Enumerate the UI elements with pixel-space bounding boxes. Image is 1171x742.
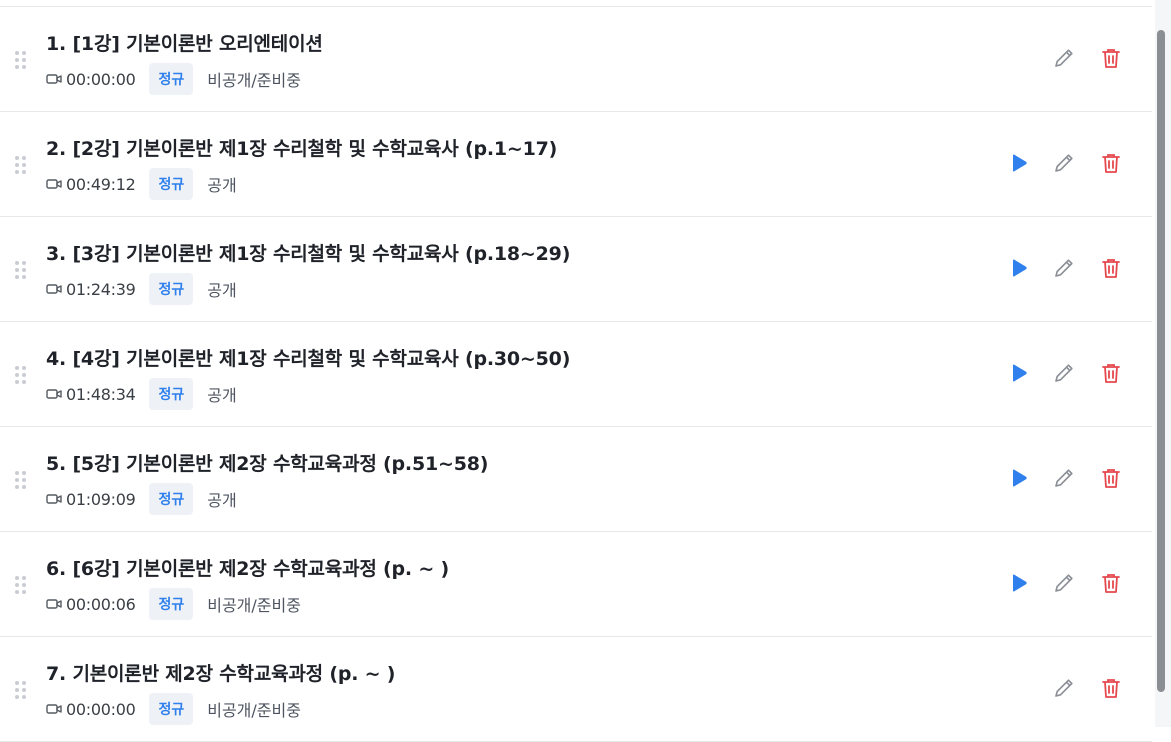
lecture-title[interactable]: 6. [6강] 기본이론반 제2장 수학교육과정 (p. ~ ) bbox=[46, 554, 449, 581]
trash-icon bbox=[1102, 49, 1120, 68]
lecture-row: 3. [3강] 기본이론반 제1장 수리철학 및 수학교육사 (p.18~29)… bbox=[0, 217, 1152, 322]
play-button[interactable] bbox=[1006, 465, 1032, 491]
pencil-icon bbox=[1055, 574, 1073, 592]
drag-handle-icon[interactable] bbox=[15, 681, 26, 699]
lecture-status: 공개 bbox=[207, 176, 237, 195]
video-camera-icon bbox=[46, 494, 62, 504]
lecture-type-badge: 정규 bbox=[149, 273, 194, 305]
lecture-meta: 00:00:00 정규 비공개/준비중 bbox=[46, 63, 301, 95]
edit-button[interactable] bbox=[1051, 675, 1077, 701]
delete-button[interactable] bbox=[1098, 570, 1124, 596]
trash-icon bbox=[1102, 364, 1120, 383]
lecture-type-badge: 정규 bbox=[149, 63, 194, 95]
lecture-duration: 01:24:39 bbox=[66, 279, 136, 299]
lecture-title[interactable]: 2. [2강] 기본이론반 제1장 수리철학 및 수학교육사 (p.1~17) bbox=[46, 134, 557, 161]
delete-button[interactable] bbox=[1098, 150, 1124, 176]
play-button[interactable] bbox=[1006, 150, 1032, 176]
trash-icon bbox=[1102, 574, 1120, 593]
lecture-status: 공개 bbox=[207, 491, 237, 510]
play-button[interactable] bbox=[1006, 570, 1032, 596]
pencil-icon bbox=[1055, 469, 1073, 487]
edit-button[interactable] bbox=[1051, 570, 1077, 596]
lecture-duration: 00:00:06 bbox=[66, 594, 136, 614]
play-button[interactable] bbox=[1006, 360, 1032, 386]
trash-icon bbox=[1102, 154, 1120, 173]
lecture-duration: 00:00:00 bbox=[66, 699, 136, 719]
delete-button[interactable] bbox=[1098, 360, 1124, 386]
lecture-type-badge: 정규 bbox=[149, 588, 194, 620]
lecture-duration: 00:49:12 bbox=[66, 174, 136, 194]
lecture-meta: 01:24:39 정규 공개 bbox=[46, 273, 237, 305]
lecture-title[interactable]: 1. [1강] 기본이론반 오리엔테이션 bbox=[46, 29, 323, 56]
pencil-icon bbox=[1055, 259, 1073, 277]
lecture-type-badge: 정규 bbox=[149, 693, 194, 725]
delete-button[interactable] bbox=[1098, 45, 1124, 71]
video-camera-icon bbox=[46, 704, 62, 714]
drag-handle-icon[interactable] bbox=[15, 261, 26, 279]
lecture-row: 2. [2강] 기본이론반 제1장 수리철학 및 수학교육사 (p.1~17) … bbox=[0, 112, 1152, 217]
delete-button[interactable] bbox=[1098, 465, 1124, 491]
play-button[interactable] bbox=[1006, 255, 1032, 281]
pencil-icon bbox=[1055, 49, 1073, 67]
lecture-duration: 01:09:09 bbox=[66, 489, 136, 509]
lecture-list: 1. [1강] 기본이론반 오리엔테이션 00:00:00 정규 비공개/준비중… bbox=[0, 6, 1152, 742]
drag-handle-icon[interactable] bbox=[15, 51, 26, 69]
pencil-icon bbox=[1055, 154, 1073, 172]
lecture-row: 4. [4강] 기본이론반 제1장 수리철학 및 수학교육사 (p.30~50)… bbox=[0, 322, 1152, 427]
video-camera-icon bbox=[46, 599, 62, 609]
lecture-type-badge: 정규 bbox=[149, 378, 194, 410]
lecture-title[interactable]: 5. [5강] 기본이론반 제2장 수학교육과정 (p.51~58) bbox=[46, 449, 488, 476]
edit-button[interactable] bbox=[1051, 150, 1077, 176]
play-icon bbox=[1013, 469, 1027, 487]
lecture-meta: 00:00:00 정규 비공개/준비중 bbox=[46, 693, 301, 725]
drag-handle-icon[interactable] bbox=[15, 156, 26, 174]
lecture-duration: 00:00:00 bbox=[66, 69, 136, 89]
lecture-meta: 01:48:34 정규 공개 bbox=[46, 378, 237, 410]
lecture-title[interactable]: 3. [3강] 기본이론반 제1장 수리철학 및 수학교육사 (p.18~29) bbox=[46, 239, 570, 266]
lecture-status: 공개 bbox=[207, 386, 237, 405]
scrollbar-thumb[interactable] bbox=[1157, 30, 1165, 692]
trash-icon bbox=[1102, 679, 1120, 698]
lecture-meta: 00:49:12 정규 공개 bbox=[46, 168, 237, 200]
lecture-meta: 01:09:09 정규 공개 bbox=[46, 483, 237, 515]
pencil-icon bbox=[1055, 679, 1073, 697]
video-camera-icon bbox=[46, 389, 62, 399]
video-camera-icon bbox=[46, 74, 62, 84]
edit-button[interactable] bbox=[1051, 360, 1077, 386]
lecture-row: 7. 기본이론반 제2장 수학교육과정 (p. ~ ) 00:00:00 정규 … bbox=[0, 637, 1152, 742]
edit-button[interactable] bbox=[1051, 45, 1077, 71]
play-icon bbox=[1013, 574, 1027, 592]
delete-button[interactable] bbox=[1098, 675, 1124, 701]
drag-handle-icon[interactable] bbox=[15, 366, 26, 384]
edit-button[interactable] bbox=[1051, 255, 1077, 281]
lecture-duration: 01:48:34 bbox=[66, 384, 136, 404]
drag-handle-icon[interactable] bbox=[15, 471, 26, 489]
lecture-status: 비공개/준비중 bbox=[207, 71, 301, 90]
lecture-title[interactable]: 4. [4강] 기본이론반 제1장 수리철학 및 수학교육사 (p.30~50) bbox=[46, 344, 570, 371]
lecture-type-badge: 정규 bbox=[149, 168, 194, 200]
lecture-row: 5. [5강] 기본이론반 제2장 수학교육과정 (p.51~58) 01:09… bbox=[0, 427, 1152, 532]
play-icon bbox=[1013, 364, 1027, 382]
lecture-title[interactable]: 7. 기본이론반 제2장 수학교육과정 (p. ~ ) bbox=[46, 659, 395, 686]
trash-icon bbox=[1102, 259, 1120, 278]
lecture-row: 1. [1강] 기본이론반 오리엔테이션 00:00:00 정규 비공개/준비중 bbox=[0, 7, 1152, 112]
lecture-status: 비공개/준비중 bbox=[207, 596, 301, 615]
lecture-status: 비공개/준비중 bbox=[207, 701, 301, 720]
lecture-status: 공개 bbox=[207, 281, 237, 300]
lecture-row: 6. [6강] 기본이론반 제2장 수학교육과정 (p. ~ ) 00:00:0… bbox=[0, 532, 1152, 637]
video-camera-icon bbox=[46, 179, 62, 189]
edit-button[interactable] bbox=[1051, 465, 1077, 491]
trash-icon bbox=[1102, 469, 1120, 488]
play-icon bbox=[1013, 259, 1027, 277]
drag-handle-icon[interactable] bbox=[15, 576, 26, 594]
video-camera-icon bbox=[46, 284, 62, 294]
play-icon bbox=[1013, 154, 1027, 172]
lecture-meta: 00:00:06 정규 비공개/준비중 bbox=[46, 588, 301, 620]
delete-button[interactable] bbox=[1098, 255, 1124, 281]
pencil-icon bbox=[1055, 364, 1073, 382]
lecture-type-badge: 정규 bbox=[149, 483, 194, 515]
